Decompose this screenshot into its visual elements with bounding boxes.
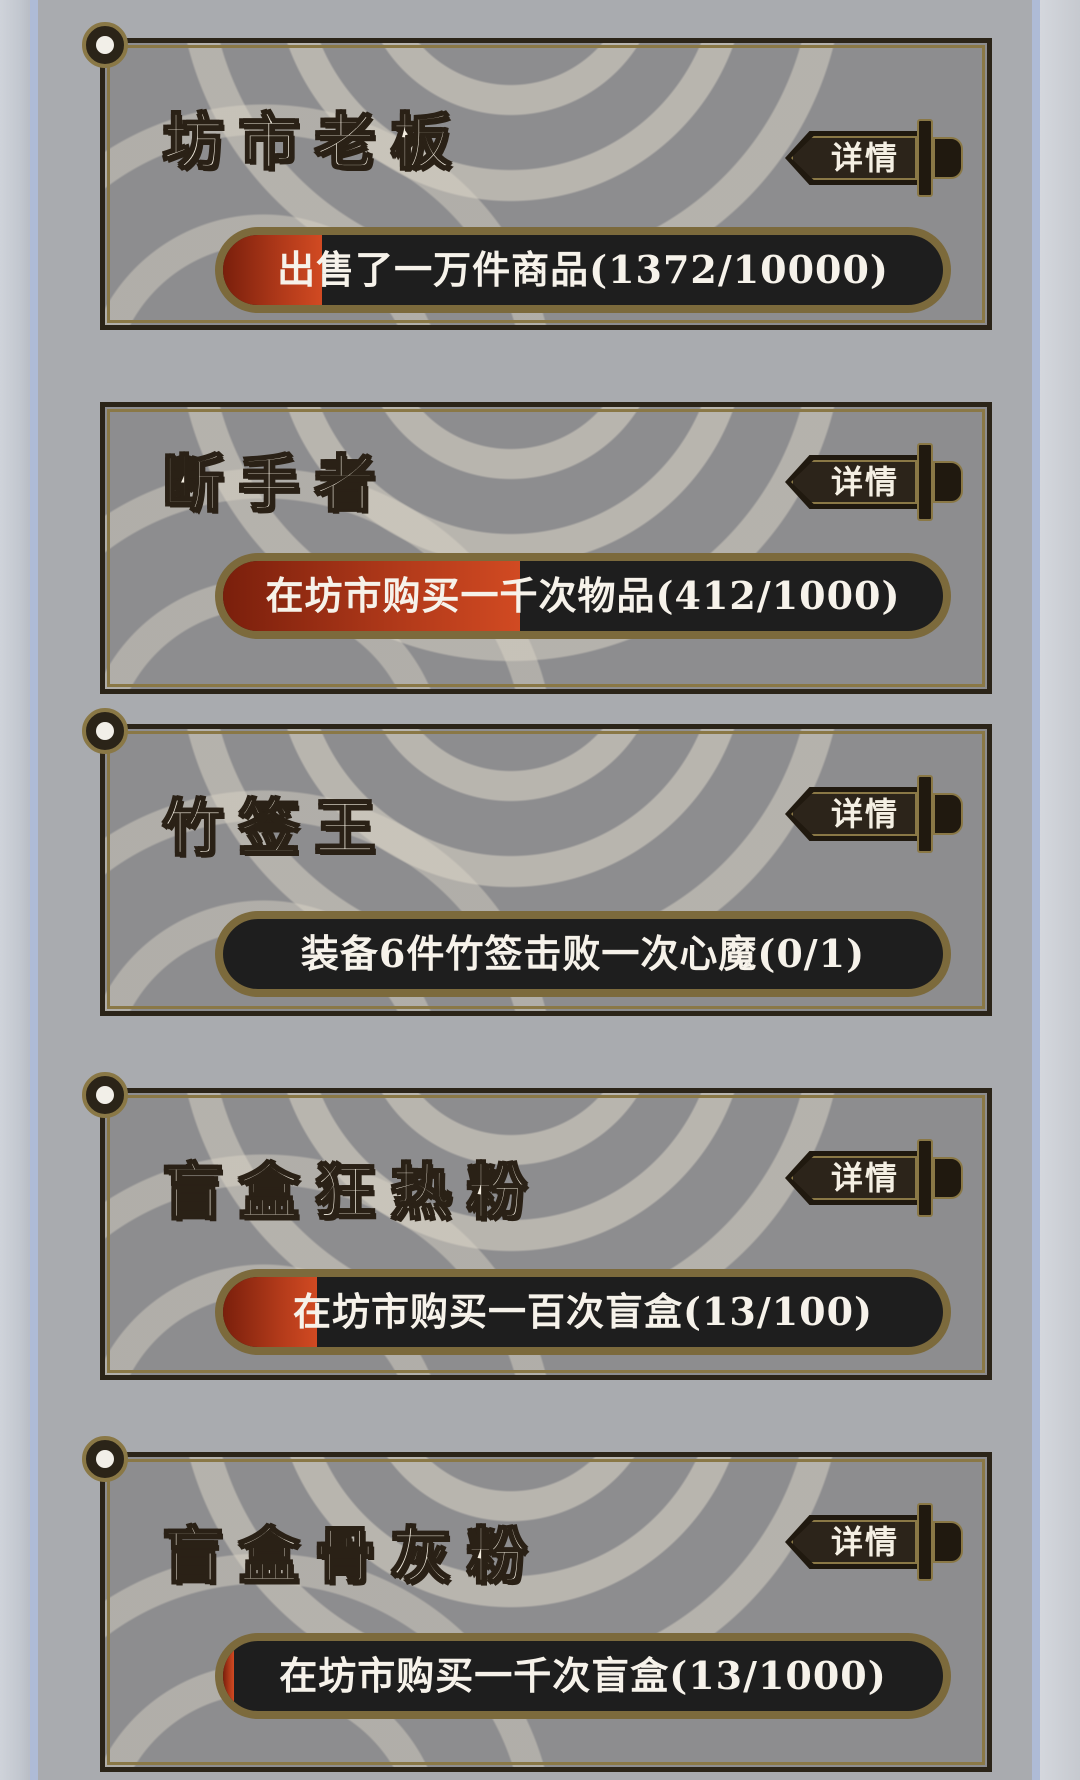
- progress-track: 在坊市购买一百次盲盒(13/100): [223, 1277, 943, 1347]
- achievement-title: 竹签王: [162, 794, 391, 864]
- sword-hilt-icon: [917, 1139, 933, 1217]
- pin-icon: [82, 1072, 128, 1118]
- detail-label: 详情: [830, 1523, 899, 1561]
- sword-grip-icon: [933, 1521, 963, 1563]
- sword-grip-icon: [933, 1157, 963, 1199]
- detail-button[interactable]: 详情: [785, 1139, 963, 1217]
- detail-label: 详情: [830, 795, 899, 833]
- detail-button[interactable]: 详情: [785, 119, 963, 197]
- progress-description: 装备6件竹签击败一次心魔(0/1): [300, 931, 866, 976]
- card-panel: 坊市老板 详情 出售了一万件商品(1372/10000): [100, 38, 992, 330]
- achievement-title: 断手者: [162, 450, 391, 520]
- sword-grip-icon: [933, 793, 963, 835]
- progress-track: 在坊市购买一千次物品(412/1000): [223, 561, 943, 631]
- progress-bar: 出售了一万件商品(1372/10000): [215, 227, 951, 313]
- progress-bar: 在坊市购买一千次盲盒(13/1000): [215, 1633, 951, 1719]
- sword-hilt-icon: [917, 443, 933, 521]
- achievement-title: 坊市老板: [162, 108, 467, 178]
- card-panel: 断手者 详情 在坊市购买一千次物品(412/1000): [100, 402, 992, 694]
- progress-track: 在坊市购买一千次盲盒(13/1000): [223, 1641, 943, 1711]
- achievement-card: 盲盒骨灰粉 详情 在坊市购买一千次盲盒(13/1000): [82, 1436, 998, 1780]
- sword-grip-icon: [933, 461, 963, 503]
- progress-bar: 装备6件竹签击败一次心魔(0/1): [215, 911, 951, 997]
- progress-bar: 在坊市购买一千次物品(412/1000): [215, 553, 951, 639]
- pin-icon: [82, 1436, 128, 1482]
- achievement-title: 盲盒狂热粉: [162, 1158, 543, 1228]
- achievement-card: 断手者 详情 在坊市购买一千次物品(412/1000): [88, 390, 998, 698]
- card-panel: 盲盒狂热粉 详情 在坊市购买一百次盲盒(13/100): [100, 1088, 992, 1380]
- progress-description: 在坊市购买一千次物品(412/1000): [265, 573, 901, 618]
- progress-description: 在坊市购买一千次盲盒(13/1000): [279, 1653, 887, 1698]
- card-panel: 盲盒骨灰粉 详情 在坊市购买一千次盲盒(13/1000): [100, 1452, 992, 1772]
- sword-hilt-icon: [917, 1503, 933, 1581]
- progress-track: 出售了一万件商品(1372/10000): [223, 235, 943, 305]
- detail-label: 详情: [830, 463, 899, 501]
- card-panel: 竹签王 详情 装备6件竹签击败一次心魔(0/1): [100, 724, 992, 1016]
- sword-hilt-icon: [917, 119, 933, 197]
- detail-button[interactable]: 详情: [785, 775, 963, 853]
- pin-icon: [82, 22, 128, 68]
- progress-description: 出售了一万件商品(1372/10000): [277, 247, 889, 292]
- achievement-card: 竹签王 详情 装备6件竹签击败一次心魔(0/1): [82, 708, 998, 1020]
- achievement-list[interactable]: 坊市老板 详情 出售了一万件商品(1372/10000) 断手者 详情 在坊市购…: [0, 0, 1080, 1780]
- detail-label: 详情: [830, 1159, 899, 1197]
- achievement-title: 盲盒骨灰粉: [162, 1522, 543, 1592]
- detail-button[interactable]: 详情: [785, 443, 963, 521]
- pin-icon: [82, 708, 128, 754]
- sword-grip-icon: [933, 137, 963, 179]
- progress-track: 装备6件竹签击败一次心魔(0/1): [223, 919, 943, 989]
- achievement-card: 盲盒狂热粉 详情 在坊市购买一百次盲盒(13/100): [82, 1072, 998, 1384]
- progress-description: 在坊市购买一百次盲盒(13/100): [292, 1289, 874, 1334]
- achievement-card: 坊市老板 详情 出售了一万件商品(1372/10000): [82, 22, 998, 334]
- detail-button[interactable]: 详情: [785, 1503, 963, 1581]
- sword-hilt-icon: [917, 775, 933, 853]
- progress-bar: 在坊市购买一百次盲盒(13/100): [215, 1269, 951, 1355]
- detail-label: 详情: [830, 139, 899, 177]
